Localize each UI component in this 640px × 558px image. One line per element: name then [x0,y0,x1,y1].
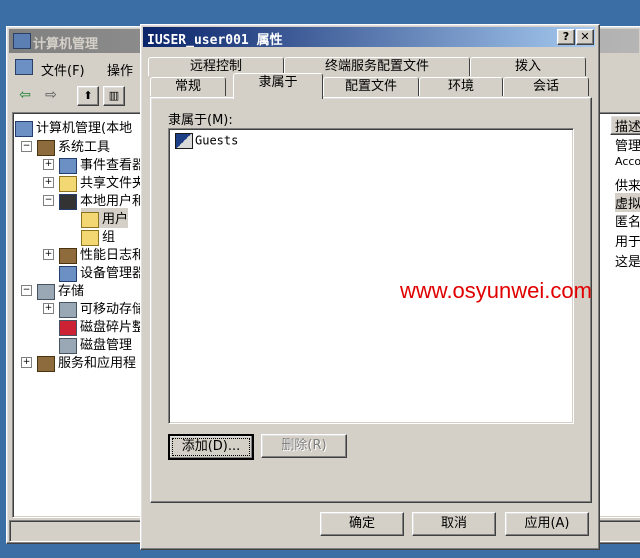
list-item[interactable]: 管理 [615,135,640,154]
expand-icon[interactable]: + [43,303,54,314]
details-pane: 描述 管理 Acco 供来 虚拟 匿名 用于 这是 [597,112,640,518]
list-item[interactable]: Guests [175,133,238,149]
ok-button[interactable]: 确定 [320,512,404,536]
up-folder-icon[interactable]: ⬆ [77,86,99,106]
expand-icon[interactable]: + [43,249,54,260]
tree-item-storage[interactable]: 存储 [37,280,84,300]
tools-icon [37,139,55,156]
expand-icon[interactable]: + [21,357,32,368]
storage-icon [37,283,55,300]
menu-action[interactable]: 操作 [107,60,133,79]
tree-item-disk-management[interactable]: 磁盘管理 [59,334,132,354]
forward-arrow-icon[interactable]: ⇨ [41,86,61,104]
tree-item-system-tools[interactable]: 系统工具 [37,136,110,156]
tree-item-defrag[interactable]: 磁盘碎片整 [59,316,145,336]
users-icon [59,193,77,210]
collapse-icon[interactable]: − [21,141,32,152]
computer-icon [15,120,33,137]
tab-environment[interactable]: 环境 [419,77,503,96]
expand-icon[interactable]: + [43,177,54,188]
cancel-button[interactable]: 取消 [412,512,496,536]
bg-window-title: 计算机管理 [33,37,99,52]
tree-item-users[interactable]: 用户 [81,208,129,228]
member-of-label: 隶属于(M): [168,113,233,128]
tab-member-of[interactable]: 隶属于 [233,73,323,99]
member-of-list[interactable]: Guests [168,128,574,424]
column-header-description[interactable]: 描述 [610,115,640,135]
computer-management-icon [13,33,31,49]
tab-profile[interactable]: 配置文件 [323,77,419,96]
tree-item-computer-management[interactable]: 计算机管理(本地 [15,117,132,137]
tree-item-removable-storage[interactable]: 可移动存储 [59,298,145,318]
tree-item-groups[interactable]: 组 [81,226,115,246]
list-item[interactable]: 用于 [615,231,640,250]
tab-dial-in[interactable]: 拨入 [470,57,586,76]
collapse-icon[interactable]: − [43,195,54,206]
group-name: Guests [195,133,239,148]
group-icon [175,133,193,149]
tree-item-device-manager[interactable]: 设备管理器 [59,262,145,282]
back-arrow-icon[interactable]: ⇦ [15,86,35,104]
watermark: www.osyunwei.com [400,278,592,303]
list-item[interactable]: 匿名 [615,211,640,230]
tree-item-services-apps[interactable]: 服务和应用程 [37,352,136,372]
tab-general[interactable]: 常规 [150,77,226,96]
add-button[interactable]: 添加(D)... [168,434,254,460]
mmc-menu-icon[interactable] [15,59,33,75]
services-icon [37,355,55,372]
tree-item-shared-folders[interactable]: 共享文件夹 [59,172,145,192]
list-item[interactable]: 虚拟 [615,193,640,212]
menu-file[interactable]: 文件(F) [41,60,85,79]
collapse-icon[interactable]: − [21,285,32,296]
help-icon[interactable]: ? [557,29,575,45]
dialog-title: IUSER_user001 属性 [147,33,283,48]
tree-item-performance-logs[interactable]: 性能日志和 [59,244,145,264]
remove-button[interactable]: 删除(R) [261,434,347,458]
list-item[interactable]: 这是 [615,251,640,270]
console-tree: 计算机管理(本地 − 系统工具 + 事件查看器 + 共享文件夹 − 本地用户和组… [12,112,158,518]
apply-button[interactable]: 应用(A) [505,512,589,536]
list-item[interactable]: 供来 [615,175,640,194]
show-tree-icon[interactable]: ▥ [103,86,125,106]
list-item[interactable]: Acco [615,155,640,168]
expand-icon[interactable]: + [43,159,54,170]
tab-sessions[interactable]: 会话 [503,77,589,96]
tree-item-event-viewer[interactable]: 事件查看器 [59,154,145,174]
close-icon[interactable]: ✕ [576,29,594,45]
dialog-titlebar: IUSER_user001 属性 ? ✕ [143,27,595,48]
